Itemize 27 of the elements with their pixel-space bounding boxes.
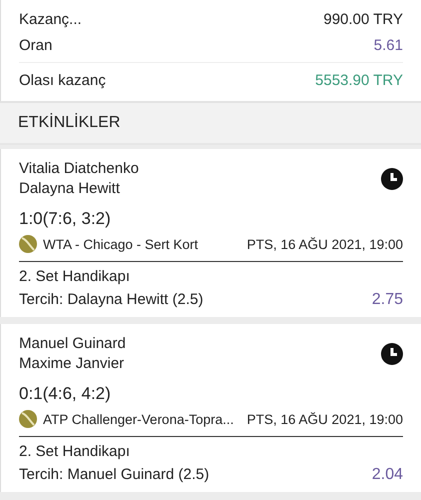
match-datetime: PTS, 16 AĞU 2021, 19:00: [246, 412, 403, 426]
player-name: Dalayna Hewitt: [19, 179, 121, 199]
summary-label: Oran: [19, 36, 52, 54]
match-score: 1:0(7:6, 3:2): [19, 209, 112, 229]
player-name: Vitalia Diatchenko: [19, 159, 139, 179]
clock-icon: [381, 343, 403, 365]
match-datetime: PTS, 16 AĞU 2021, 19:00: [246, 236, 403, 252]
league-name: ATP Challenger-Verona-Topra...: [43, 412, 234, 426]
summary-value: 990.00 TRY: [323, 10, 403, 28]
player-name: Manuel Guinard: [19, 334, 126, 354]
match-score: 0:1(4:6, 4:2): [19, 384, 112, 404]
odds-value: 2.04: [372, 466, 403, 484]
tennis-ball-icon: [19, 410, 37, 428]
summary-value: 5.61: [374, 36, 403, 54]
league-name: WTA - Chicago - Sert Kort: [43, 236, 198, 252]
tennis-ball-icon: [19, 235, 37, 253]
summary-label: Olası kazanç: [19, 72, 106, 88]
market-name: 2. Set Handikapı: [19, 268, 131, 285]
summary-label: Kazanç...: [19, 10, 82, 28]
summary-value: 5553.90 TRY: [315, 72, 403, 88]
market-name: 2. Set Handikapı: [19, 443, 131, 460]
bet-pick: Tercih: Dalayna Hewitt (2.5): [19, 291, 204, 309]
player-name: Maxime Janvier: [19, 354, 126, 374]
section-title: ETKİNLİKLER: [18, 114, 120, 131]
clock-icon: [381, 168, 403, 190]
odds-value: 2.75: [372, 291, 403, 309]
bet-pick: Tercih: Manuel Guinard (2.5): [19, 466, 210, 484]
